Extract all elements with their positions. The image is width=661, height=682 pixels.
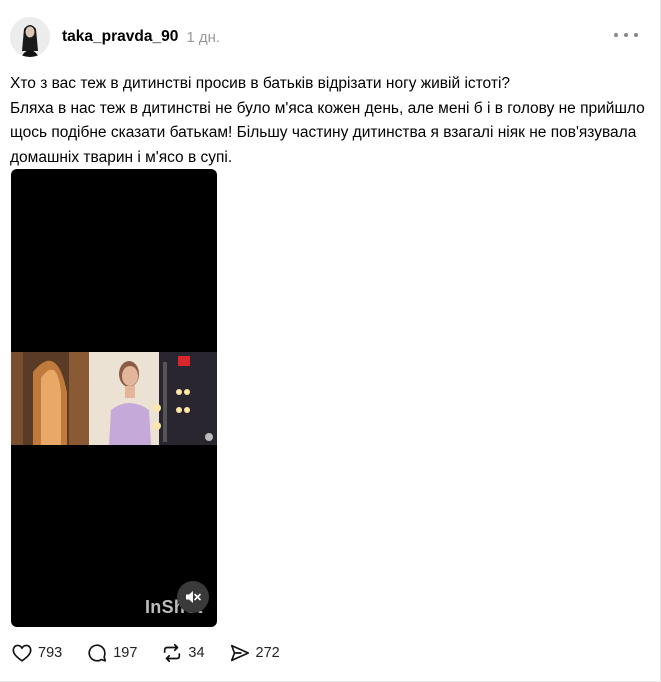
likes-count: 793 [38, 645, 63, 661]
comment-icon [86, 642, 108, 664]
speaker-muted-icon[interactable] [177, 581, 209, 613]
post-text: Хто з вас теж в дитинстві просив в батьк… [10, 75, 645, 166]
share-button[interactable]: 272 [229, 642, 280, 664]
repost-button[interactable]: 34 [161, 642, 205, 664]
reply-button[interactable]: 197 [86, 642, 137, 664]
avatar[interactable] [10, 17, 50, 57]
send-icon [229, 642, 251, 664]
heart-icon [11, 642, 33, 664]
video-player[interactable]: InShot [11, 169, 217, 627]
post-card: taka_pravda_90 1 дн. Хто з вас теж в дит… [0, 0, 661, 682]
avatar-image [10, 17, 50, 57]
post-header: taka_pravda_90 1 дн. [10, 16, 640, 58]
repost-icon [161, 642, 183, 664]
replies-count: 197 [113, 645, 138, 661]
post-time[interactable]: 1 дн. [186, 29, 220, 46]
username[interactable]: taka_pravda_90 [62, 28, 178, 46]
video-frame [11, 352, 217, 445]
like-button[interactable]: 793 [11, 642, 62, 664]
reposts-count: 34 [188, 645, 205, 661]
shares-count: 272 [255, 645, 280, 661]
more-options-icon[interactable] [614, 28, 638, 42]
post-actions: 793 197 34 272 [11, 642, 304, 664]
